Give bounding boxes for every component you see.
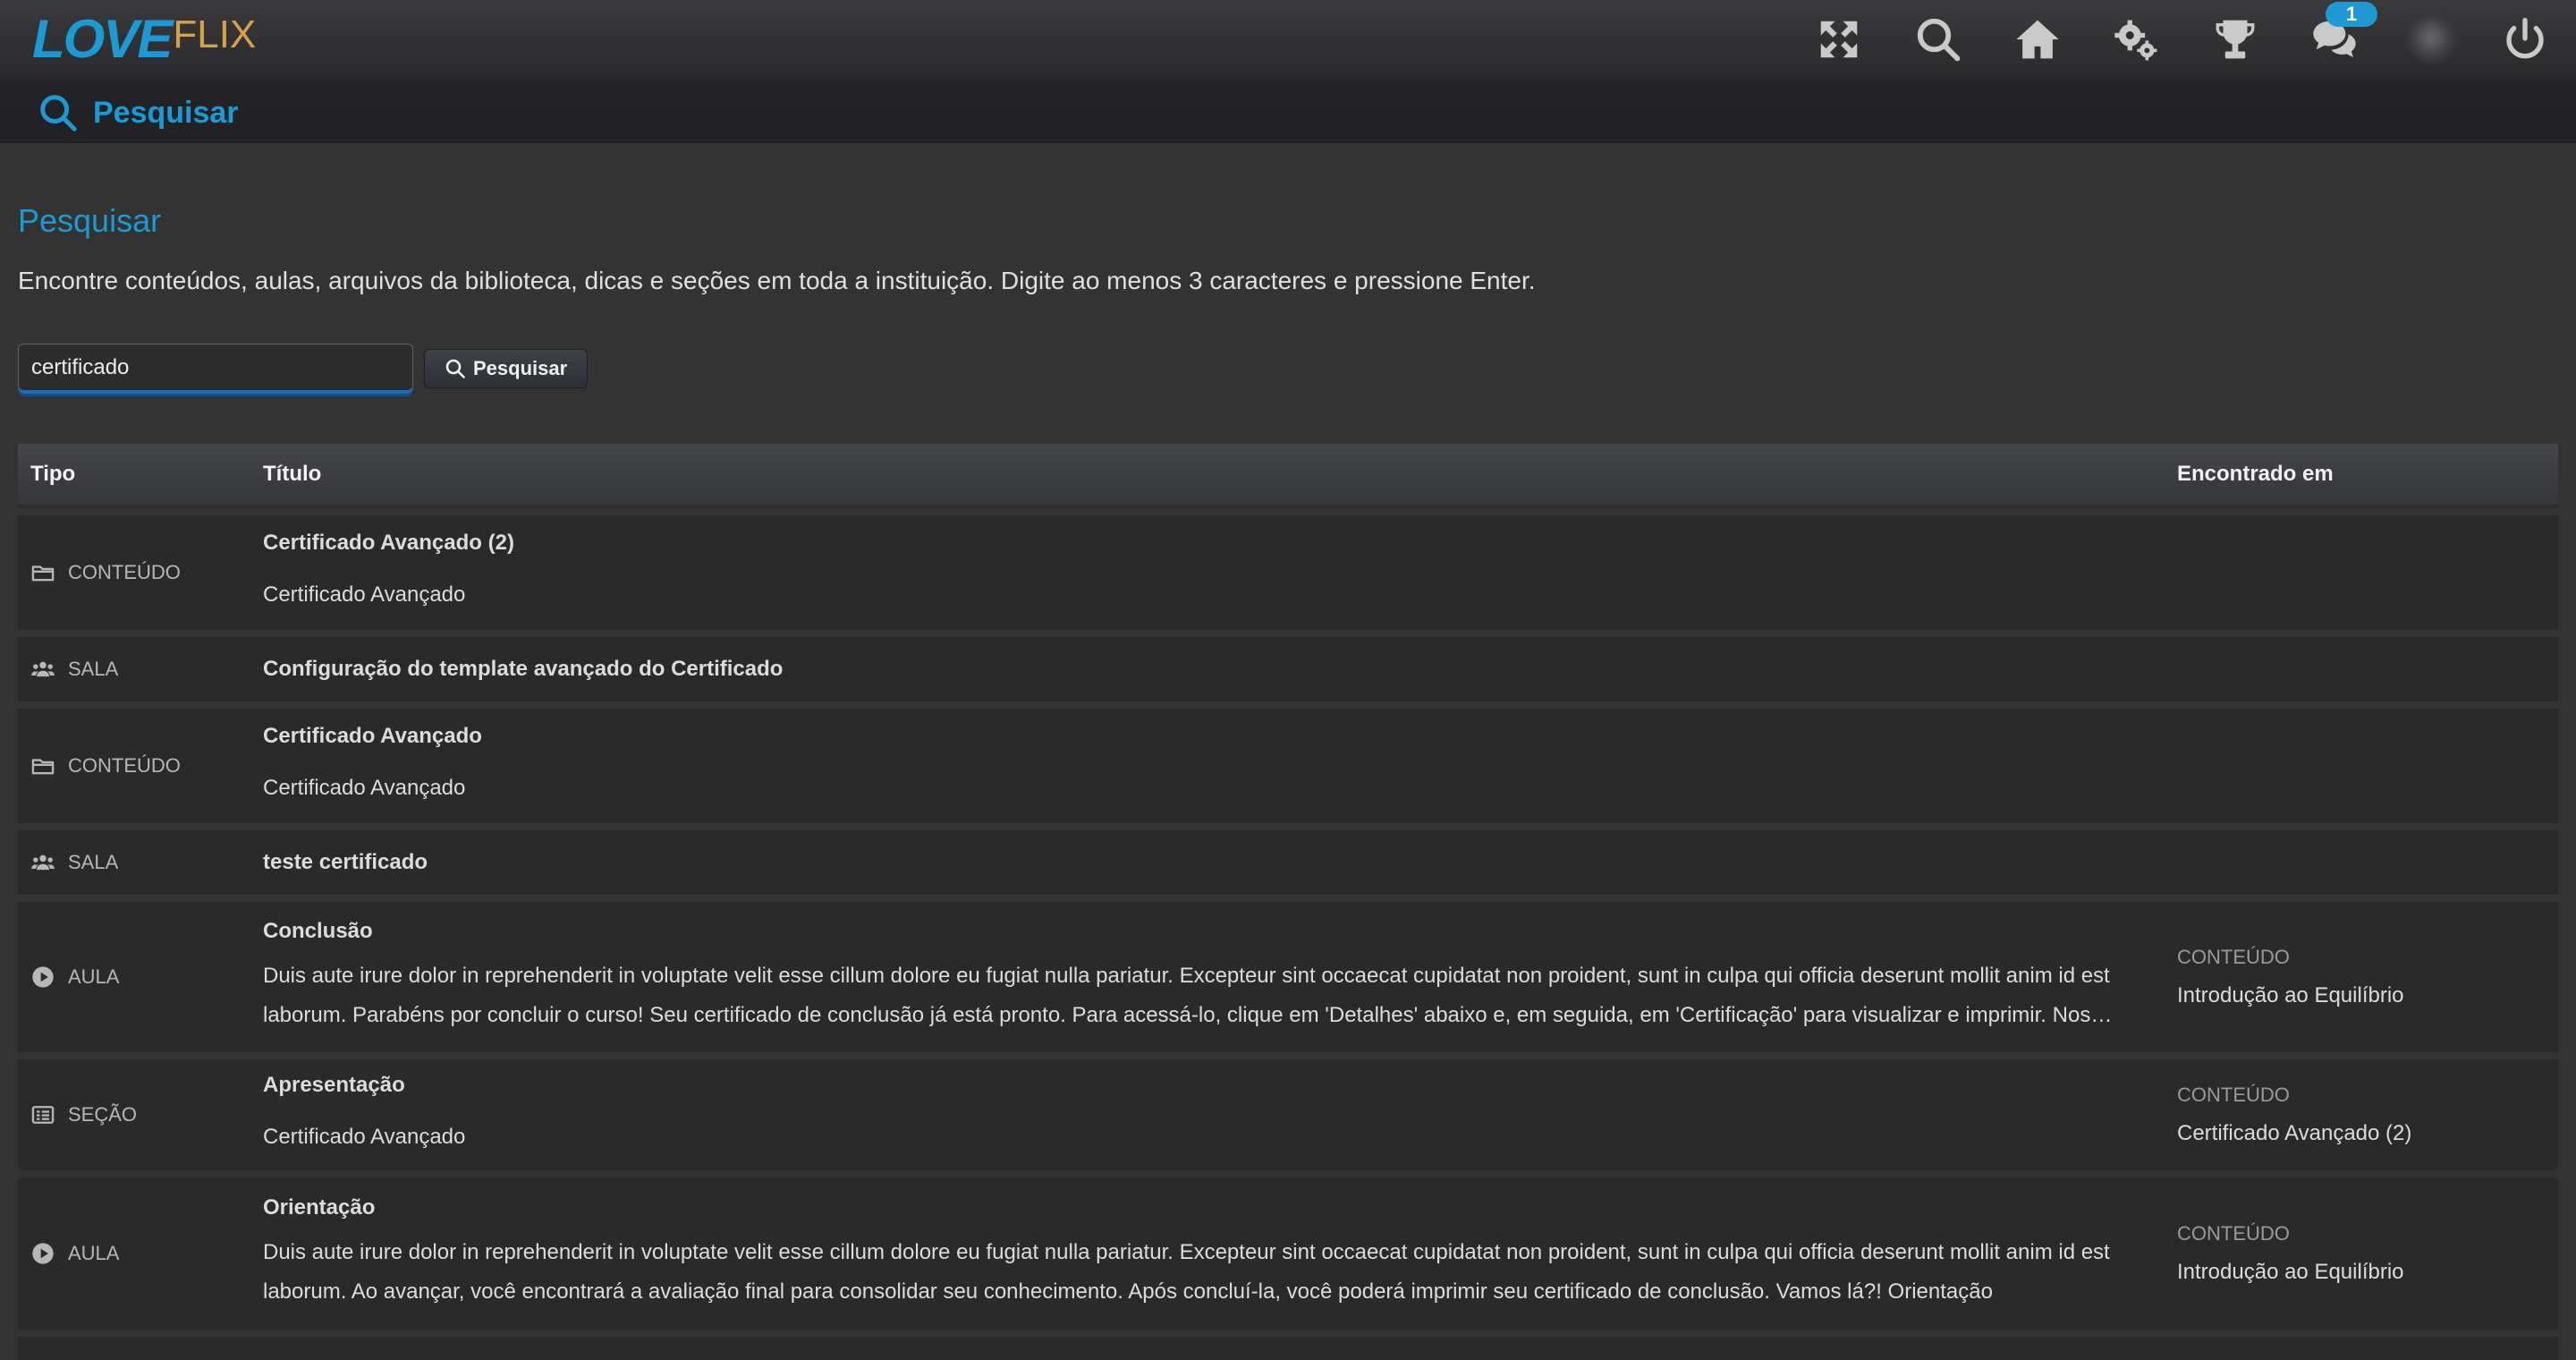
breadcrumb: Pesquisar (0, 82, 2576, 143)
row-type-label: AULA (68, 1242, 120, 1264)
row-title[interactable]: Conclusão (263, 919, 2140, 944)
row-subtitle: Certificado Avançado (263, 776, 466, 800)
app-logo[interactable]: LOVE FLIX (32, 11, 256, 68)
main-content: Pesquisar Encontre conteúdos, aulas, arq… (18, 179, 2558, 1360)
row-type: AULA (18, 965, 252, 990)
row-title-cell: Configuração do template avançado do Cer… (252, 657, 2166, 682)
table-row[interactable] (18, 1337, 2558, 1360)
row-type: CONTEÚDO (18, 560, 252, 585)
row-type: SALA (18, 850, 252, 875)
fullscreen-icon[interactable] (1810, 11, 1868, 68)
row-type-label: AULA (68, 965, 120, 988)
row-type: SALA (18, 657, 252, 682)
found-in-type: CONTEÚDO (2177, 946, 2290, 968)
table-row[interactable]: AULA Conclusão Duis aute irure dolor in … (18, 902, 2558, 1052)
settings-icon[interactable] (2107, 11, 2165, 68)
search-icon[interactable] (1910, 11, 1967, 68)
found-in-type: CONTEÚDO (2177, 1084, 2290, 1106)
avatar[interactable] (2406, 13, 2456, 63)
row-title[interactable]: Apresentação (263, 1073, 2140, 1098)
row-type-label: CONTEÚDO (68, 561, 181, 583)
found-in-name[interactable]: Introdução ao Equilíbrio (2177, 983, 2558, 1008)
play-icon (32, 1243, 54, 1264)
found-in-type: CONTEÚDO (2177, 1222, 2290, 1245)
row-title[interactable]: Certificado Avançado (263, 724, 2140, 749)
top-bar: LOVE FLIX 1 Pesquisar (0, 0, 2576, 143)
search-input[interactable] (18, 344, 413, 394)
results-table: Tipo Título Encontrado em CONTEÚDO Certi… (18, 444, 2558, 1360)
row-found-in: CONTEÚDO Introdução ao Equilíbrio (2166, 1222, 2558, 1285)
row-title-cell: Certificado Avançado (2) Certificado Ava… (252, 531, 2166, 615)
row-title[interactable]: Configuração do template avançado do Cer… (263, 657, 2140, 682)
row-title-cell: teste certificado (252, 850, 2166, 875)
row-title-cell: Conclusão Duis aute irure dolor in repre… (252, 919, 2166, 1035)
play-icon (32, 966, 54, 988)
search-button-label: Pesquisar (473, 357, 568, 379)
section-description: Encontre conteúdos, aulas, arquivos da b… (18, 267, 1536, 294)
users-icon (31, 854, 55, 871)
row-title[interactable]: teste certificado (263, 850, 2140, 875)
table-row[interactable]: CONTEÚDO Certificado Avançado (2) Certif… (18, 515, 2558, 630)
table-row[interactable]: SALA teste certificado (18, 830, 2558, 895)
row-title-cell: Certificado Avançado Certificado Avançad… (252, 724, 2166, 808)
power-icon[interactable] (2496, 11, 2554, 68)
search-icon (40, 95, 77, 132)
row-type-label: CONTEÚDO (68, 754, 181, 777)
row-type-label: SALA (68, 851, 119, 873)
folder-icon (31, 565, 55, 582)
row-found-in: CONTEÚDO Introdução ao Equilíbrio (2166, 946, 2558, 1008)
row-type-label: SEÇÃO (68, 1103, 138, 1126)
row-subtitle: Duis aute irure dolor in reprehenderit i… (263, 1240, 2110, 1304)
section-icon (31, 1106, 55, 1124)
found-in-name[interactable]: Introdução ao Equilíbrio (2177, 1260, 2558, 1285)
row-found-in: CONTEÚDO Certificado Avançado (2) (2166, 1084, 2558, 1146)
found-in-name[interactable]: Certificado Avançado (2) (2177, 1121, 2558, 1146)
column-header-titulo[interactable]: Título (252, 462, 2166, 487)
table-row[interactable]: SALA Configuração do template avançado d… (18, 637, 2558, 701)
row-title-cell: Orientação Duis aute irure dolor in repr… (252, 1195, 2166, 1312)
row-title-cell: Apresentação Certificado Avançado (252, 1073, 2166, 1157)
search-icon (445, 359, 465, 378)
folder-icon (31, 759, 55, 775)
column-header-encontrado[interactable]: Encontrado em (2166, 462, 2558, 487)
table-row[interactable]: CONTEÚDO Certificado Avançado Certificad… (18, 709, 2558, 823)
logo-love: LOVE (32, 9, 173, 69)
row-subtitle: Certificado Avançado (263, 1125, 466, 1149)
row-type-label: SALA (68, 658, 119, 680)
row-type: AULA (18, 1241, 252, 1266)
home-icon[interactable] (2009, 11, 2066, 68)
section-title: Pesquisar (18, 202, 162, 239)
table-header: Tipo Título Encontrado em (18, 444, 2558, 508)
notification-badge: 1 (2326, 2, 2377, 27)
trophy-icon[interactable] (2207, 11, 2264, 68)
table-row[interactable]: SEÇÃO Apresentação Certificado Avançado … (18, 1059, 2558, 1170)
row-type: CONTEÚDO (18, 753, 252, 778)
logo-flix: FLIX (173, 13, 257, 56)
table-row[interactable]: AULA Orientação Duis aute irure dolor in… (18, 1177, 2558, 1330)
row-type: SEÇÃO (18, 1102, 252, 1127)
row-title[interactable]: Orientação (263, 1195, 2140, 1220)
row-subtitle: Duis aute irure dolor in reprehenderit i… (263, 964, 2110, 1027)
users-icon (31, 661, 55, 677)
page-title: Pesquisar (93, 95, 239, 130)
search-button[interactable]: Pesquisar (424, 349, 589, 388)
search-row: Pesquisar (18, 344, 2558, 394)
row-title[interactable]: Certificado Avançado (2) (263, 531, 2140, 556)
column-header-tipo[interactable]: Tipo (18, 462, 252, 487)
row-subtitle: Certificado Avançado (263, 582, 466, 607)
